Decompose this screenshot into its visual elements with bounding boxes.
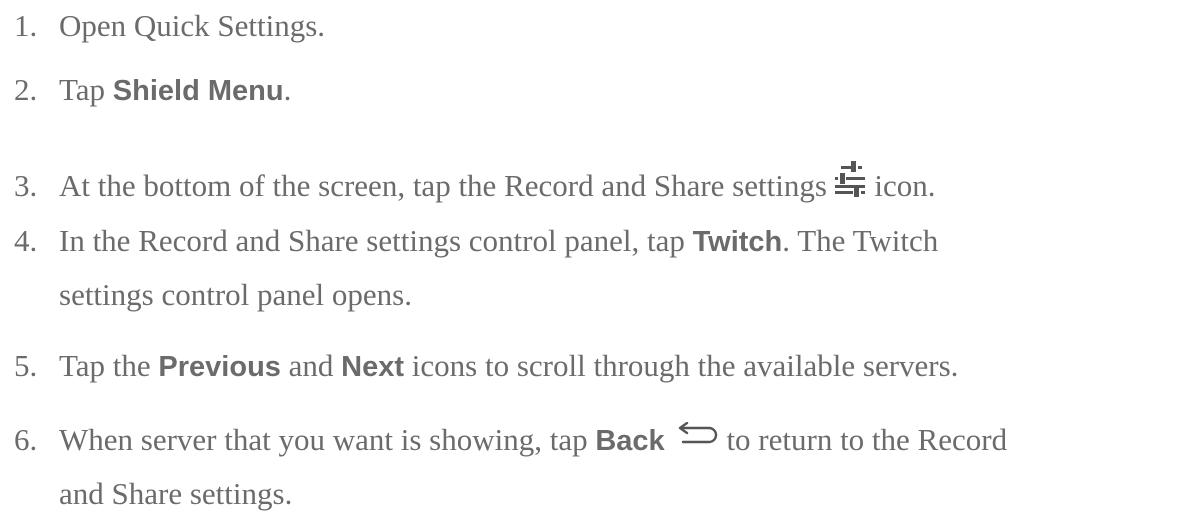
step-number: 5. bbox=[14, 348, 38, 383]
step-text-end: icon. bbox=[866, 168, 936, 203]
step-2: 2. Tap Shield Menu. bbox=[14, 70, 291, 110]
step-text-end: . bbox=[283, 72, 292, 107]
step-text: Tap bbox=[59, 72, 113, 107]
step-number: 2. bbox=[14, 72, 38, 107]
step-text: At the bottom of the screen, tap the Rec… bbox=[59, 168, 835, 203]
step-6-continuation: and Share settings. bbox=[59, 476, 293, 511]
step-number: 6. bbox=[14, 422, 38, 457]
step-text: Tap the bbox=[59, 348, 159, 383]
step-3: 3. At the bottom of the screen, tap the R… bbox=[14, 160, 936, 203]
step-number: 3. bbox=[14, 168, 38, 203]
previous-label: Previous bbox=[158, 351, 281, 383]
step-text-end: icons to scroll through the available se… bbox=[404, 348, 959, 383]
back-label: Back bbox=[595, 425, 665, 457]
sliders-icon bbox=[834, 160, 867, 200]
step-text-end: . The Twitch bbox=[782, 223, 939, 258]
step-6: 6. When server that you want is showing, … bbox=[14, 420, 1007, 460]
step-text-mid: and bbox=[280, 348, 342, 383]
step-number: 1. bbox=[14, 8, 38, 43]
step-1: 1. Open Quick Settings. bbox=[14, 6, 325, 46]
back-arrow-icon bbox=[677, 422, 719, 446]
shield-menu-label: Shield Menu bbox=[112, 75, 284, 107]
step-5: 5. Tap the Previous and Next icons to scr… bbox=[14, 346, 958, 386]
step-4-continuation: settings control panel opens. bbox=[59, 277, 412, 312]
next-label: Next bbox=[341, 351, 405, 383]
twitch-label: Twitch bbox=[692, 226, 783, 258]
step-text: When server that you want is showing, ta… bbox=[59, 422, 596, 457]
step-text: In the Record and Share settings control… bbox=[59, 223, 693, 258]
step-text-end: to return to the Record bbox=[718, 422, 1008, 457]
step-text: Open Quick Settings. bbox=[59, 8, 326, 43]
step-number: 4. bbox=[14, 223, 38, 258]
step-4: 4. In the Record and Share settings contr… bbox=[14, 221, 938, 261]
